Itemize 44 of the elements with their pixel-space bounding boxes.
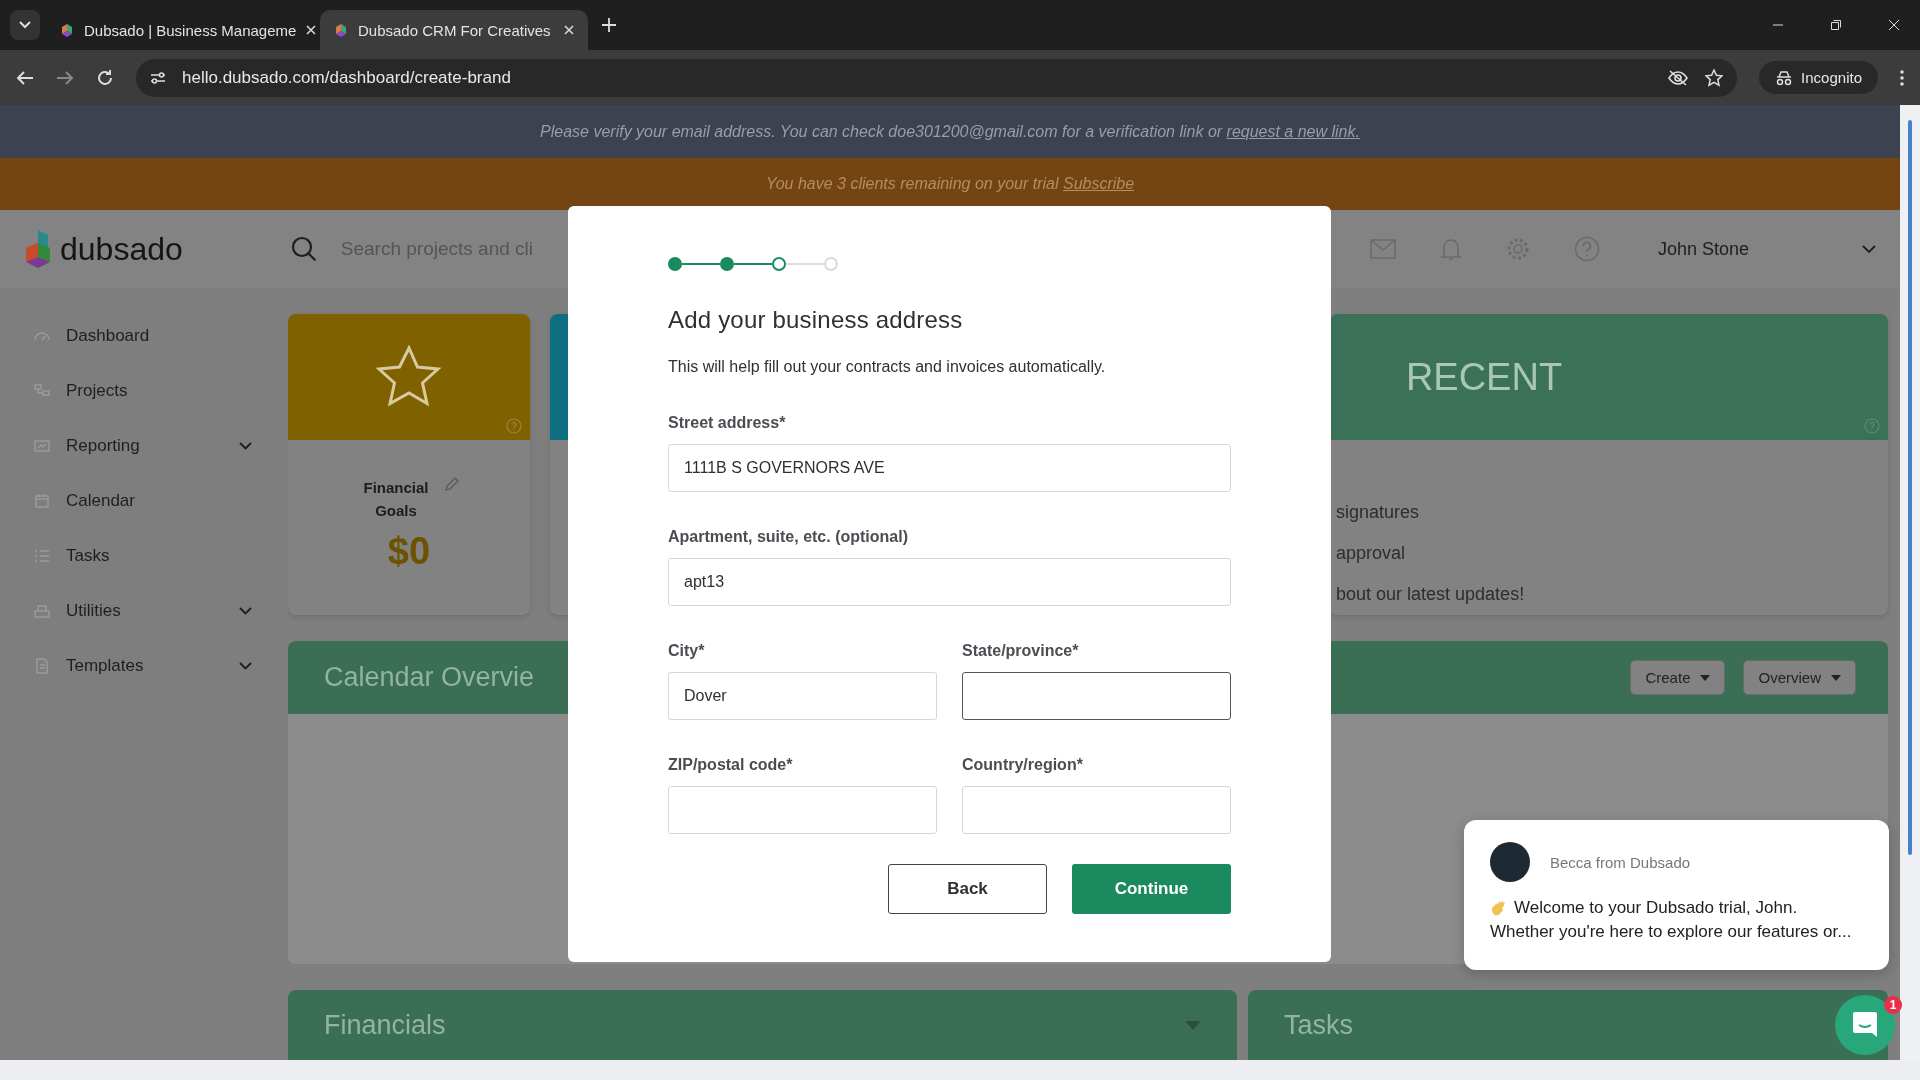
panel-header[interactable]: Financials — [288, 990, 1237, 1060]
recent-item[interactable]: signatures — [1336, 502, 1888, 523]
chat-message-line: Welcome to your Dubsado trial, John. — [1514, 898, 1798, 918]
field-label: Country/region* — [962, 756, 1084, 774]
sidebar-item[interactable]: Reporting — [0, 418, 288, 473]
dropdown-button[interactable]: Overview — [1743, 660, 1856, 695]
field-label: ZIP/postal code* — [668, 756, 794, 774]
recent-item[interactable]: bout our latest updates! — [1336, 584, 1888, 605]
browser-tab[interactable]: Dubsado | Business Manageme — [46, 10, 314, 50]
chat-message-card[interactable]: Becca from Dubsado Welcome to your Dubsado trial, John. Whether you're here to explore our features or... — [1464, 820, 1889, 970]
back-button[interactable]: Back — [888, 864, 1047, 914]
dialog-subtitle: This will help fill out your contracts and invoices automatically. — [668, 358, 1107, 376]
card-title: Financial Goals — [362, 478, 430, 521]
sidebar-item[interactable]: Templates — [0, 638, 288, 693]
sidebar-item[interactable]: Calendar — [0, 473, 288, 528]
goal-amount: $0 — [387, 530, 431, 573]
browser-tab[interactable]: Dubsado CRM For Creatives — [320, 10, 588, 50]
subscribe-link[interactable]: Subscribe — [1062, 175, 1135, 192]
sidebar-item[interactable]: Utilities — [0, 583, 288, 638]
panel-header[interactable]: Tasks — [1248, 990, 1888, 1060]
dialog-title: Add your business address — [668, 306, 964, 334]
incognito-button[interactable]: Incognito — [1759, 61, 1878, 94]
card-title: RECENT — [1405, 355, 1563, 399]
panel-title: Calendar Overvie — [324, 662, 535, 693]
field-label: Apartment, suite, etc. (optional) — [668, 528, 909, 546]
dropdown-button[interactable]: Create — [1630, 660, 1726, 695]
input-field[interactable]: 1111B S GOVERNORS AVE — [668, 444, 1231, 492]
sidebar-item[interactable]: Tasks — [0, 528, 288, 583]
field-label: State/province* — [962, 642, 1080, 660]
field-label: Street address* — [668, 414, 787, 432]
chat-message-line: Whether you're here to explore our features or... — [1490, 922, 1852, 942]
logo-text: dubsado — [60, 230, 183, 268]
sidebar-item[interactable]: Projects — [0, 363, 288, 418]
trial-message: You have 3 clients remaining on your trial Subscribe — [765, 175, 1135, 193]
verify-email-message: Please verify your email address. You can check doe301200@gmail.com for a verification link or request a new link. — [540, 122, 1360, 141]
input-field[interactable]: Dover — [668, 672, 937, 720]
input-field[interactable]: apt13 — [668, 558, 1231, 606]
continue-button[interactable]: Continue — [1072, 864, 1231, 914]
request-link[interactable]: request a new link. — [1226, 122, 1360, 140]
sidebar-item[interactable]: Dashboard — [0, 308, 288, 363]
recent-item[interactable]: approval — [1336, 543, 1888, 564]
field-label: City* — [668, 642, 706, 660]
user-menu[interactable]: John Stone — [1658, 238, 1818, 260]
sender-name: Becca from Dubsado — [1550, 853, 1691, 871]
